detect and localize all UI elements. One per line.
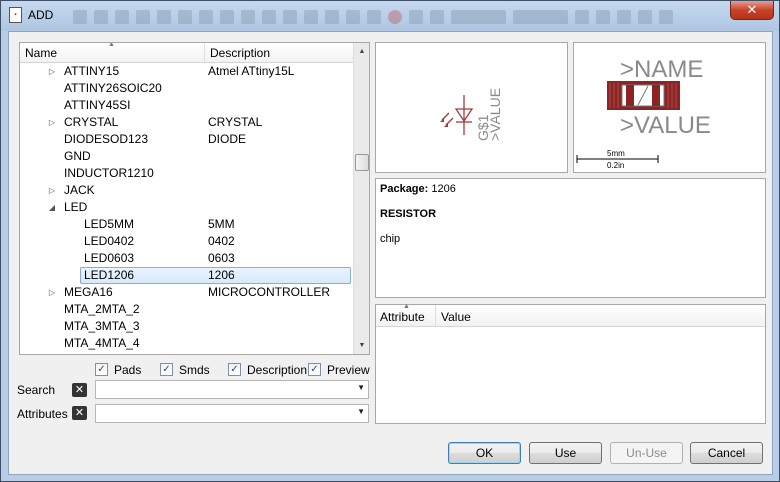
tree-vertical-scrollbar[interactable]: ▲ ▼ <box>353 43 369 354</box>
tree-row-description: 0402 <box>208 234 235 248</box>
tree-row[interactable]: ATTINY26SOIC20 <box>20 80 353 97</box>
package-name-text: >NAME <box>620 56 703 83</box>
scale-in-text: 0.2in <box>607 161 624 170</box>
checkbox-checked-icon: ✓ <box>160 363 173 376</box>
tree-row[interactable]: GND <box>20 148 353 165</box>
tree-row[interactable]: ▷ CRYSTAL CRYSTAL <box>20 114 353 131</box>
tree-row[interactable]: INDUCTOR1210 <box>20 165 353 182</box>
dropdown-arrow-icon[interactable]: ▼ <box>357 407 365 416</box>
tree-row[interactable]: ◢ LED <box>20 199 353 216</box>
expanded-arrow-icon[interactable]: ◢ <box>47 199 57 216</box>
dropdown-arrow-icon[interactable]: ▼ <box>357 383 365 392</box>
tree-row[interactable]: MTA_3MTA_3 <box>20 318 353 335</box>
search-label: Search <box>17 383 56 397</box>
window-title: ADD <box>28 8 54 22</box>
background-toolbar-ghost <box>73 9 713 25</box>
tree-row-name: CRYSTAL <box>64 115 119 129</box>
collapsed-arrow-icon[interactable]: ▷ <box>47 182 57 199</box>
library-tree[interactable]: ▲ Name Description ▷ ATTINY15 Atmel ATtiny… <box>19 42 370 355</box>
attributes-combobox[interactable]: ▼ <box>95 404 369 423</box>
package-drawing: >NAME >VALUE 5mm 0.2in <box>576 56 711 170</box>
tree-row[interactable]: ▷ JACK <box>20 182 353 199</box>
tree-row-name: LED0603 <box>84 251 135 265</box>
tree-row-description: 1206 <box>208 268 235 282</box>
led-symbol-drawing: G$1 >VALUE <box>440 88 503 141</box>
tree-row-description: CRYSTAL <box>208 115 263 129</box>
tree-row[interactable]: LED1206 1206 <box>20 267 353 284</box>
add-dialog-window: ▪ ADD ✕ ▲ Name Description ▷ ATTINY15 Atme… <box>0 0 780 482</box>
tree-row-name: ATTINY15 <box>64 64 120 78</box>
tree-row[interactable]: DIODESOD123 DIODE <box>20 131 353 148</box>
tree-row-description: MICROCONTROLLER <box>208 285 331 299</box>
tree-row-name: LED1206 <box>84 268 135 282</box>
filter-options: ✓ Pads ✓ Smds ✓ Description ✓ Preview <box>95 362 375 380</box>
checkbox-checked-icon: ✓ <box>95 363 108 376</box>
title-bar[interactable]: ▪ ADD ✕ <box>1 1 779 31</box>
symbol-preview: G$1 >VALUE <box>375 42 568 173</box>
tree-row-name: JACK <box>64 183 95 197</box>
tree-row-name: ATTINY26SOIC20 <box>64 81 162 95</box>
tree-row[interactable]: LED0603 0603 <box>20 250 353 267</box>
column-header-value[interactable]: Value <box>437 305 475 327</box>
scale-mm-text: 5mm <box>607 149 625 158</box>
device-title: RESISTOR <box>380 208 437 220</box>
description-panel: Package: 1206 RESISTOR chip <box>375 178 766 298</box>
tree-row-name: LED0402 <box>84 234 135 248</box>
clear-search-icon[interactable]: ✕ <box>72 383 87 397</box>
tree-row-name: LED5MM <box>84 217 135 231</box>
tree-rows: ▷ ATTINY15 Atmel ATtiny15L ATTINY26SOIC20 AT… <box>20 63 353 352</box>
tree-row[interactable]: MTA_2MTA_2 <box>20 301 353 318</box>
tree-row-description: DIODE <box>208 132 247 146</box>
package-preview: >NAME >VALUE 5mm 0.2in <box>573 42 766 173</box>
tree-row-description: Atmel ATtiny15L <box>208 64 295 78</box>
package-value-text: >VALUE <box>620 112 711 139</box>
tree-row-description: 5MM <box>208 217 235 231</box>
tree-row-name: MEGA16 <box>64 285 113 299</box>
collapsed-arrow-icon[interactable]: ▷ <box>47 284 57 301</box>
sort-ascending-icon: ▲ <box>108 42 115 48</box>
package-info: Package: 1206 <box>380 183 456 195</box>
close-button[interactable]: ✕ <box>730 1 774 20</box>
tree-row[interactable]: ▷ ATTINY15 Atmel ATtiny15L <box>20 63 353 80</box>
attributes-label: Attributes <box>17 407 68 421</box>
clear-attributes-icon[interactable]: ✕ <box>72 406 87 420</box>
tree-header: ▲ Name Description <box>20 43 353 63</box>
tree-row-name: INDUCTOR1210 <box>64 166 154 180</box>
tree-row-name: GND <box>64 149 91 163</box>
tree-row-name: MTA_2MTA_2 <box>64 302 140 316</box>
scroll-down-icon[interactable]: ▼ <box>354 337 369 354</box>
ok-button[interactable]: OK <box>448 442 521 464</box>
app-icon: ▪ <box>9 7 22 23</box>
tree-row-name: LED <box>64 200 88 214</box>
collapsed-arrow-icon[interactable]: ▷ <box>47 63 57 80</box>
attribute-table[interactable]: ▲ Attribute Value <box>375 303 766 424</box>
tree-row-name: ATTINY45SI <box>64 98 131 112</box>
tree-row[interactable]: MTA_4MTA_4 <box>20 335 353 352</box>
unuse-button[interactable]: Un-Use <box>610 442 683 464</box>
attribute-table-header: ▲ Attribute Value <box>376 303 765 327</box>
sort-ascending-icon: ▲ <box>403 303 410 310</box>
scroll-up-icon[interactable]: ▲ <box>354 43 369 60</box>
tree-row[interactable]: ▷ MEGA16 MICROCONTROLLER <box>20 284 353 301</box>
use-button[interactable]: Use <box>529 442 602 464</box>
tree-row[interactable]: LED5MM 5MM <box>20 216 353 233</box>
checkbox-checked-icon: ✓ <box>308 363 321 376</box>
search-combobox[interactable]: ▼ <box>95 380 369 399</box>
dialog-client-area: ▲ Name Description ▷ ATTINY15 Atmel ATtiny… <box>8 31 773 475</box>
tree-row-name: MTA_4MTA_4 <box>64 336 140 350</box>
cancel-button[interactable]: Cancel <box>690 442 763 464</box>
column-header-attribute[interactable]: ▲ Attribute <box>376 303 436 327</box>
tree-row-name: MTA_3MTA_3 <box>64 319 140 333</box>
tree-row-description: 0603 <box>208 251 235 265</box>
tree-row[interactable]: ATTINY45SI <box>20 97 353 114</box>
scrollbar-thumb[interactable] <box>355 154 369 171</box>
tree-row[interactable]: LED0402 0402 <box>20 233 353 250</box>
checkbox-checked-icon: ✓ <box>228 363 241 376</box>
column-header-description[interactable]: Description <box>206 43 353 63</box>
device-description: chip <box>380 233 401 245</box>
symbol-value-text: >VALUE <box>487 88 503 141</box>
collapsed-arrow-icon[interactable]: ▷ <box>47 114 57 131</box>
tree-row-name: DIODESOD123 <box>64 132 149 146</box>
column-header-name[interactable]: ▲ Name <box>20 43 205 63</box>
